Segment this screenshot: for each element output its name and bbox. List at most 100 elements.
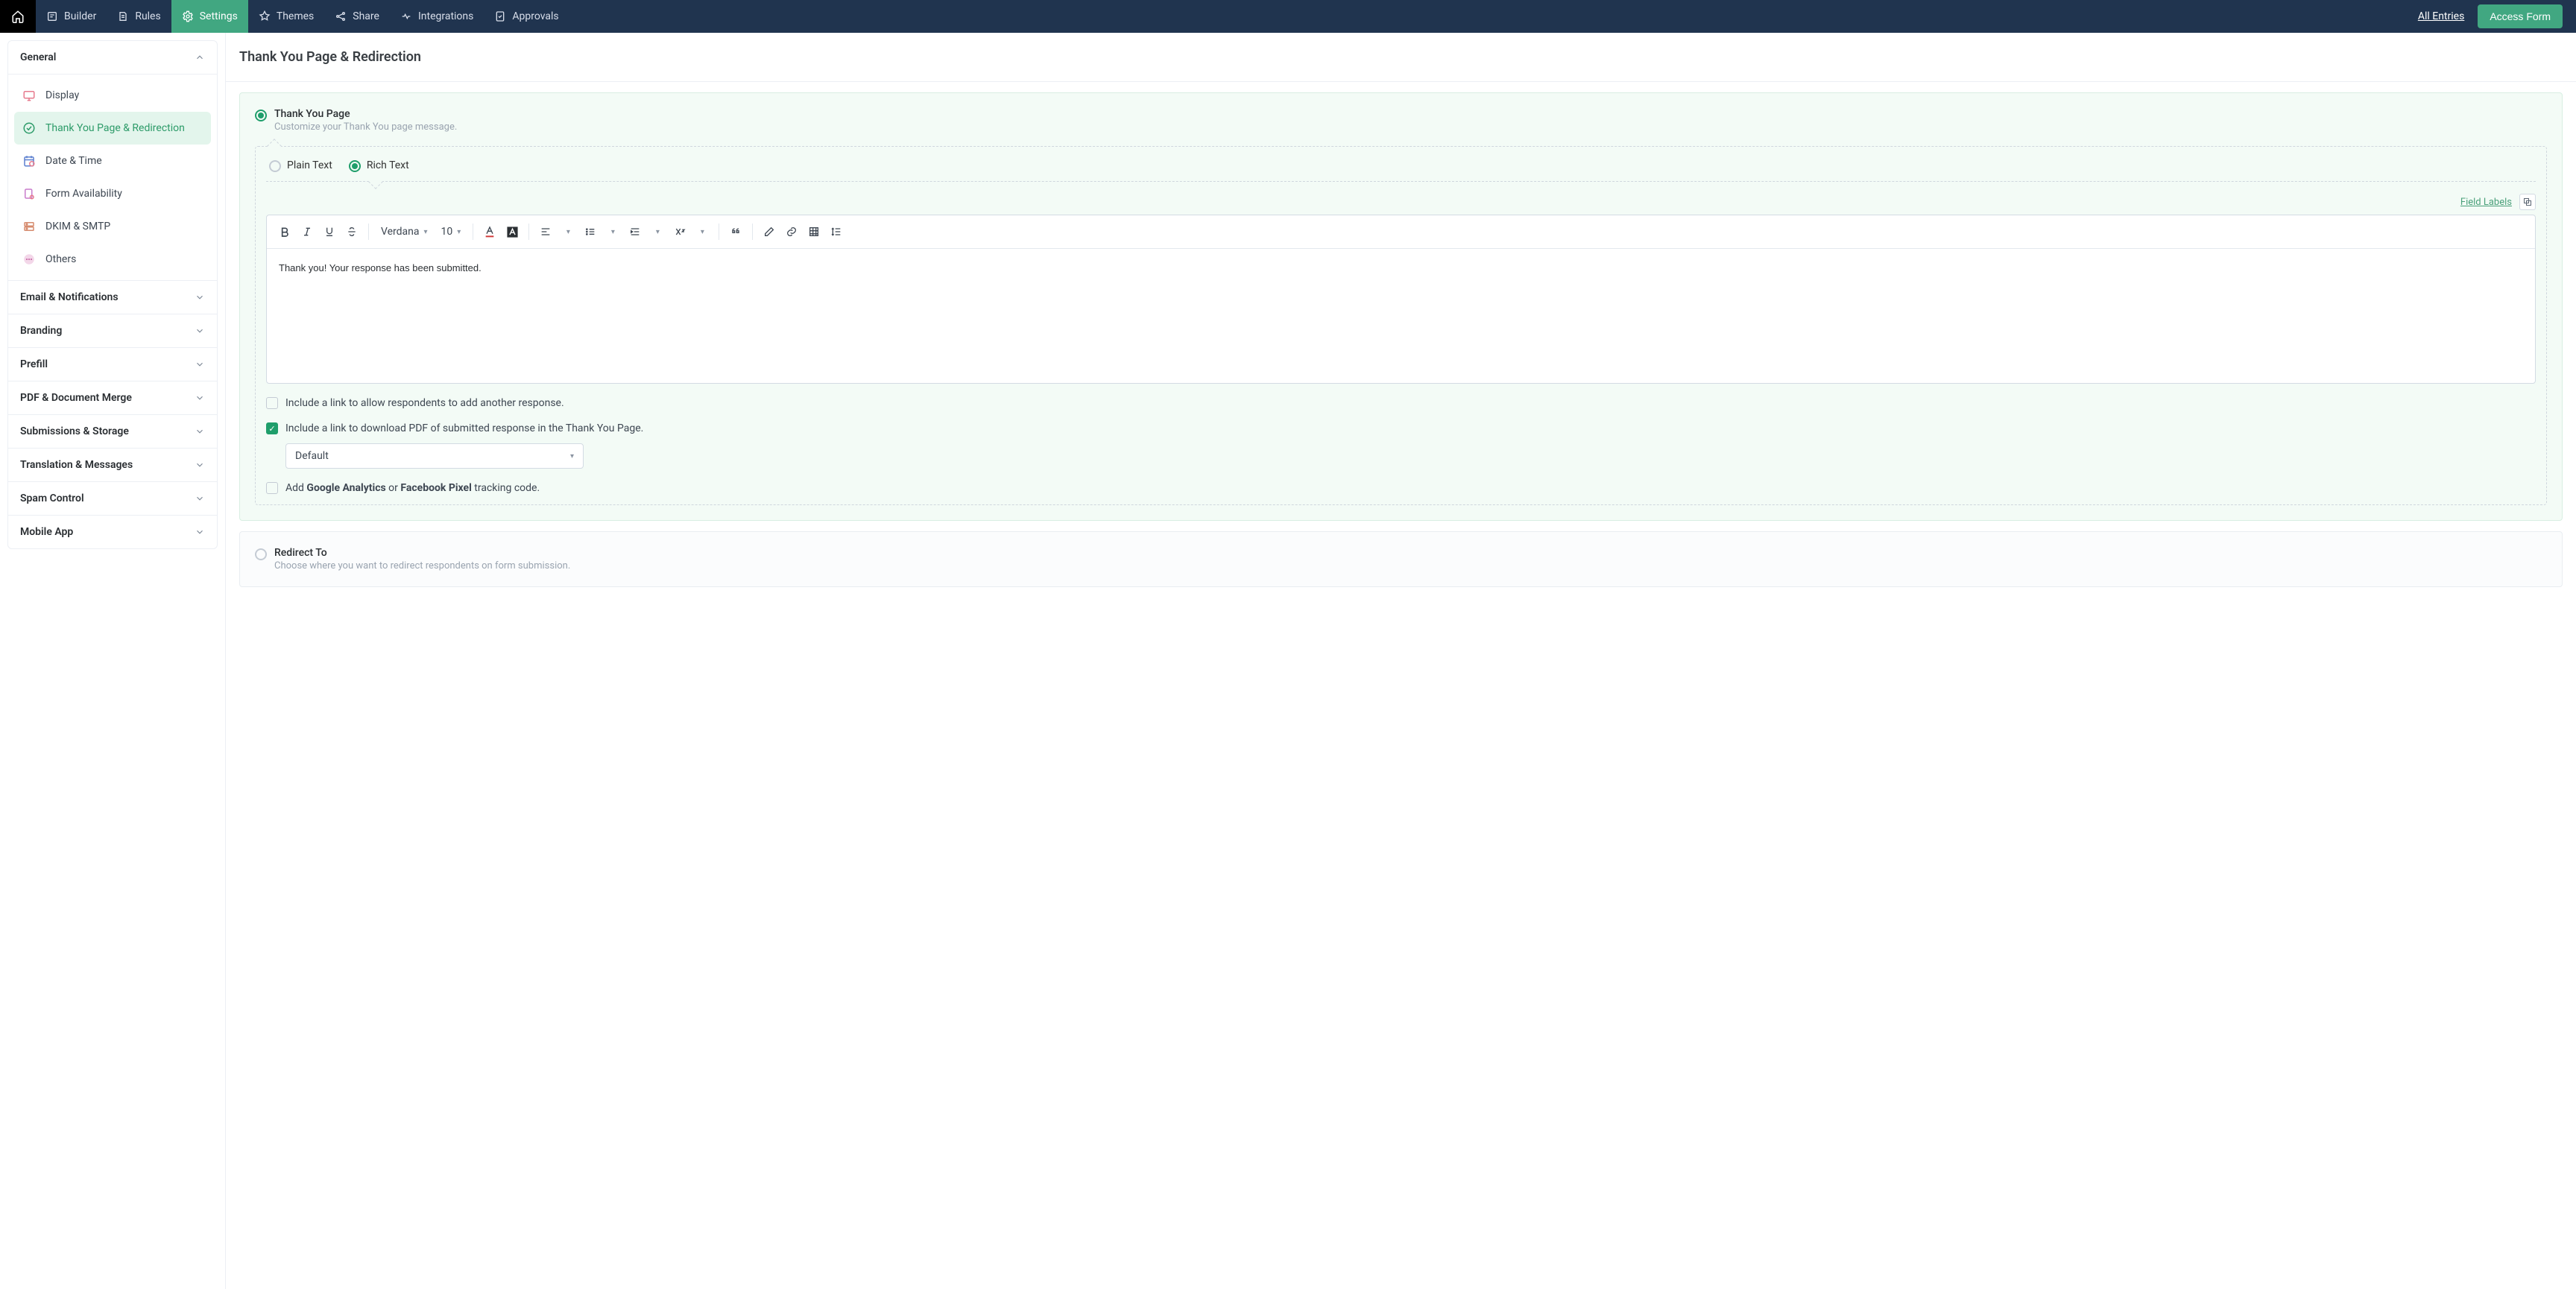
nav-themes[interactable]: Themes (248, 0, 324, 33)
checkbox-download-pdf[interactable]: ✓ (266, 422, 278, 434)
pdf-template-select[interactable]: Default ▾ (285, 443, 584, 469)
sidebar-accordion: General Display Thank You Page & Redirec… (7, 40, 218, 549)
insert-field-button[interactable] (2519, 194, 2536, 210)
home-button[interactable] (0, 0, 36, 33)
clear-format-button[interactable] (759, 221, 780, 242)
radio-plain-text[interactable]: Plain Text (269, 159, 332, 172)
option-subtitle: Choose where you want to redirect respon… (274, 560, 570, 571)
approvals-icon (494, 10, 506, 22)
nav-approvals[interactable]: Approvals (484, 0, 569, 33)
sidebar-item-others[interactable]: Others (14, 243, 211, 276)
link-icon (786, 226, 798, 238)
list-button[interactable] (580, 221, 601, 242)
editor-toolbar: Verdana ▾ 10 ▾ (267, 215, 2535, 249)
sidebar-item-display[interactable]: Display (14, 79, 211, 112)
link-button[interactable] (781, 221, 802, 242)
table-button[interactable] (804, 221, 824, 242)
section-email-notifications[interactable]: Email & Notifications (8, 281, 217, 314)
nav-label: Approvals (512, 10, 558, 22)
section-translation[interactable]: Translation & Messages (8, 449, 217, 482)
section-submissions-storage[interactable]: Submissions & Storage (8, 415, 217, 449)
checkbox-tracking[interactable] (266, 482, 278, 494)
editor-body[interactable]: Thank you! Your response has been submit… (267, 249, 2535, 383)
nav-label: Rules (135, 10, 160, 22)
section-mobile-app[interactable]: Mobile App (8, 516, 217, 548)
section-prefill[interactable]: Prefill (8, 348, 217, 381)
indent-more-button[interactable]: ▾ (647, 221, 668, 242)
chevron-down-icon: ▾ (656, 228, 660, 236)
field-labels-link[interactable]: Field Labels (2460, 197, 2512, 208)
calendar-icon (22, 153, 37, 168)
integrations-icon (400, 10, 412, 22)
sidebar-item-thank-you[interactable]: Thank You Page & Redirection (14, 112, 211, 145)
radio-thank-you-page[interactable] (255, 110, 267, 121)
italic-button[interactable] (297, 221, 318, 242)
strike-button[interactable] (341, 221, 362, 242)
font-value: Verdana (381, 226, 420, 238)
font-family-select[interactable]: Verdana ▾ (375, 221, 434, 242)
sidebar-item-label: DKIM & SMTP (45, 221, 110, 232)
nav-integrations[interactable]: Integrations (390, 0, 484, 33)
redirect-card: Redirect To Choose where you want to red… (239, 531, 2563, 587)
bg-color-icon (506, 226, 519, 238)
sidebar-item-label: Display (45, 89, 79, 101)
nav-label: Themes (277, 10, 314, 22)
nav-builder[interactable]: Builder (36, 0, 107, 33)
builder-icon (46, 10, 58, 22)
chevron-down-icon (195, 393, 205, 403)
section-label: Email & Notifications (20, 291, 119, 303)
text-color-icon (484, 225, 496, 238)
sidebar-item-dkim-smtp[interactable]: DKIM & SMTP (14, 210, 211, 243)
option-title: Thank You Page (274, 108, 457, 120)
list-more-button[interactable]: ▾ (602, 221, 623, 242)
page-title: Thank You Page & Redirection (226, 33, 2576, 82)
checkbox-add-another[interactable] (266, 397, 278, 409)
section-general[interactable]: General (8, 41, 217, 75)
section-label: Translation & Messages (20, 459, 133, 471)
radio-label: Plain Text (287, 159, 332, 171)
nav-rules[interactable]: Rules (107, 0, 171, 33)
section-label: Mobile App (20, 526, 73, 538)
radio-redirect-to[interactable] (255, 548, 267, 560)
align-button[interactable] (535, 221, 556, 242)
font-size-select[interactable]: 10 ▾ (435, 221, 467, 242)
option-title: Redirect To (274, 547, 570, 559)
strike-icon (346, 226, 358, 238)
sidebar-item-date-time[interactable]: Date & Time (14, 145, 211, 177)
line-height-icon (830, 226, 842, 238)
section-spam[interactable]: Spam Control (8, 482, 217, 516)
text-color-button[interactable] (479, 221, 500, 242)
radio-rich-text[interactable]: Rich Text (349, 159, 409, 172)
bg-color-button[interactable] (502, 221, 523, 242)
bold-button[interactable] (274, 221, 295, 242)
themes-icon (259, 10, 271, 22)
section-label: Prefill (20, 358, 48, 370)
access-form-button[interactable]: Access Form (2478, 4, 2563, 28)
chevron-down-icon: ▾ (701, 228, 704, 236)
chevron-down-icon (195, 359, 205, 370)
sidebar-item-availability[interactable]: Form Availability (14, 177, 211, 210)
thank-you-card: Thank You Page Customize your Thank You … (239, 92, 2563, 521)
server-icon (22, 219, 37, 234)
sidebar-item-label: Date & Time (45, 155, 102, 167)
thank-you-config: Plain Text Rich Text Field Labels (255, 146, 2547, 505)
script-more-button[interactable]: ▾ (692, 221, 713, 242)
section-pdf-merge[interactable]: PDF & Document Merge (8, 381, 217, 415)
checkbox-label: Include a link to allow respondents to a… (285, 397, 564, 409)
sidebar-item-label: Thank You Page & Redirection (45, 122, 185, 134)
section-general-body: Display Thank You Page & Redirection Dat… (8, 75, 217, 281)
chevron-down-icon (195, 426, 205, 437)
section-branding[interactable]: Branding (8, 314, 217, 348)
script-button[interactable] (669, 221, 690, 242)
line-height-button[interactable] (826, 221, 847, 242)
align-more-button[interactable]: ▾ (558, 221, 578, 242)
all-entries-link[interactable]: All Entries (2418, 10, 2464, 22)
quote-button[interactable] (725, 221, 746, 242)
underline-button[interactable] (319, 221, 340, 242)
chevron-down-icon: ▾ (424, 228, 428, 236)
chevron-up-icon (195, 52, 205, 63)
indent-button[interactable] (625, 221, 645, 242)
nav-settings[interactable]: Settings (171, 0, 248, 33)
section-label: Submissions & Storage (20, 425, 129, 437)
nav-share[interactable]: Share (324, 0, 390, 33)
